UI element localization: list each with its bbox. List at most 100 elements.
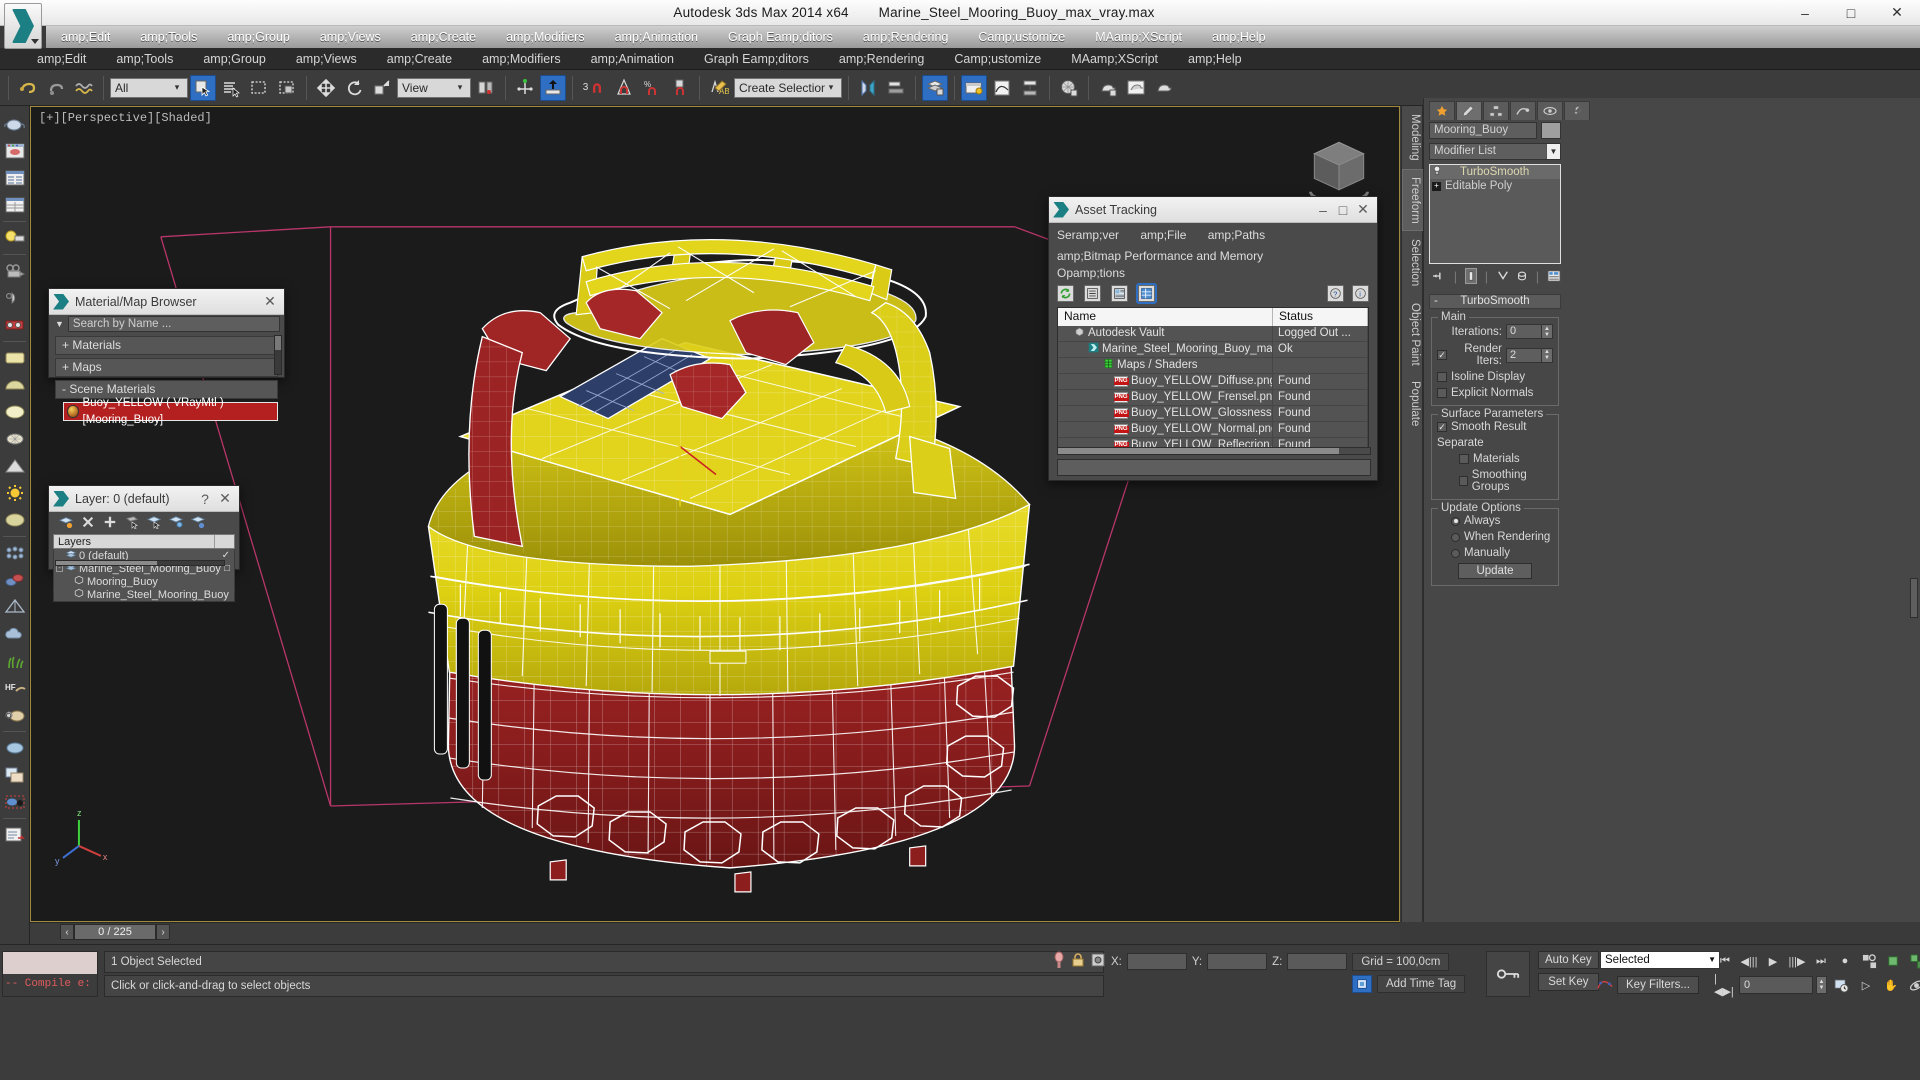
explicit-normals-row[interactable]: Explicit Normals (1437, 387, 1553, 399)
show-end-result-icon[interactable] (1465, 268, 1477, 284)
undo-icon[interactable] (15, 75, 41, 101)
menu2-item-5[interactable]: amp;Modifiers (467, 48, 576, 70)
render-iters-value[interactable]: 2 (1506, 348, 1542, 363)
view-cube[interactable] (1301, 129, 1377, 205)
menu-item-10[interactable]: MAamp;XScript (1080, 26, 1197, 48)
maximize-viewport-icon[interactable] (1906, 951, 1920, 971)
refresh-icon[interactable] (1057, 285, 1074, 302)
key-filter-mode-combo[interactable]: Selected ▼ (1600, 951, 1720, 969)
light-icon[interactable] (2, 225, 28, 251)
copy-object-icon[interactable] (2, 762, 28, 788)
table-row[interactable]: Marine_Steel_Mooring_Buoy_max_vray.max O… (1058, 342, 1368, 358)
update-option-manually[interactable]: Manually (1437, 547, 1553, 559)
menu2-item-4[interactable]: amp;Create (372, 48, 467, 70)
make-unique-icon[interactable] (1496, 268, 1510, 284)
render-setup-icon[interactable] (1095, 75, 1121, 101)
tab-create[interactable] (1429, 101, 1455, 120)
tab-utilities[interactable] (1564, 101, 1590, 120)
add-layer-icon[interactable] (103, 515, 117, 532)
close-button[interactable]: ✕ (1874, 0, 1920, 26)
minimize-icon[interactable]: – (1313, 202, 1333, 218)
camera-icon[interactable] (2, 258, 28, 284)
list-view-icon[interactable] (2, 165, 28, 191)
previous-frame-icon[interactable]: ◀||| (1738, 951, 1760, 971)
menu-item-4[interactable]: amp;Create (396, 26, 491, 48)
prev-frame-button[interactable]: ‹ (60, 924, 74, 940)
select-move-icon[interactable] (313, 75, 339, 101)
asset-tracking-dialog[interactable]: Asset Tracking – □ ✕ Seramp;ver amp;File… (1048, 196, 1378, 481)
grass-icon[interactable] (2, 648, 28, 674)
asset-menu-file[interactable]: amp;File (1140, 228, 1186, 242)
align-icon[interactable] (540, 75, 566, 101)
lock-selection-icon[interactable] (1071, 952, 1085, 971)
app-logo-button[interactable] (4, 3, 42, 49)
select-highlighted-icon[interactable] (147, 515, 161, 532)
select-by-name-icon[interactable] (218, 75, 244, 101)
key-step-icon[interactable]: |◀▶| (1714, 975, 1736, 995)
table-row[interactable]: Autodesk Vault Logged Out ... (1058, 326, 1368, 342)
sphere-primitive-icon[interactable] (2, 399, 28, 425)
list-view-icon[interactable] (1084, 285, 1101, 302)
iterations-spinner[interactable]: 0 ▲▼ (1506, 324, 1553, 339)
particle-array-icon[interactable] (2, 540, 28, 566)
dynamics-icon[interactable] (2, 567, 28, 593)
update-option-when-rendering[interactable]: When Rendering (1437, 531, 1553, 543)
table-row[interactable]: PNG Buoy_YELLOW_Frensel.png Found (1058, 390, 1368, 406)
named-selection-sets-icon[interactable]: ABC (706, 75, 732, 101)
select-link-icon[interactable] (71, 75, 97, 101)
material-browser-scrollbar[interactable] (274, 335, 282, 375)
smoothing-groups-row[interactable]: Smoothing Groups (1437, 469, 1553, 493)
vtab-populate[interactable]: Populate (1402, 373, 1424, 434)
asset-menu-server[interactable]: Seramp;ver (1057, 228, 1119, 242)
selection-set-combo[interactable]: Create Selection Se ▾ (734, 78, 842, 98)
vtab-selection[interactable]: Selection (1402, 231, 1424, 294)
isoline-checkbox[interactable] (1437, 372, 1447, 382)
hair-fur-icon[interactable]: HF (2, 675, 28, 701)
smooth-result-row[interactable]: ✓ Smooth Result (1437, 421, 1553, 433)
layer-manager-icon[interactable] (922, 75, 948, 101)
expand-collapse-icon[interactable]: - (56, 565, 63, 572)
asset-horizontal-scrollbar[interactable] (1057, 447, 1371, 455)
object-properties-icon[interactable] (2, 735, 28, 761)
modifier-stack[interactable]: TurboSmooth + Editable Poly (1429, 164, 1561, 264)
material-search-input[interactable]: Search by Name ... (68, 316, 280, 332)
time-configuration-icon[interactable] (1830, 975, 1852, 995)
align-objects-icon[interactable] (883, 75, 909, 101)
chevron-down-icon[interactable] (31, 39, 39, 44)
menu2-item-10[interactable]: MAamp;XScript (1056, 48, 1173, 70)
selection-filter-combo[interactable]: All ▾ (110, 78, 188, 98)
maximize-icon[interactable]: □ (1333, 202, 1353, 218)
window-crossing-icon[interactable] (274, 75, 300, 101)
group-maps[interactable]: + Maps (55, 358, 278, 377)
schematic-view-icon[interactable] (1017, 75, 1043, 101)
tab-motion[interactable] (1510, 101, 1536, 120)
layer-manager-dialog[interactable]: Layer: 0 (default) ? ✕ Layers 0 (default… (48, 485, 240, 570)
time-slider-bar[interactable]: ‹ 0 / 225 › (30, 922, 1400, 944)
menu-item-3[interactable]: amp;Views (305, 26, 396, 48)
menu2-item-6[interactable]: amp;Animation (576, 48, 689, 70)
pin-stack-icon[interactable] (1432, 268, 1446, 284)
radio-always[interactable] (1451, 517, 1460, 526)
select-object-icon[interactable] (190, 75, 216, 101)
layer-horizontal-scrollbar[interactable] (55, 560, 225, 566)
y-input[interactable] (1207, 953, 1267, 970)
thumbnail-view-icon[interactable] (1111, 285, 1128, 302)
table-view-icon[interactable] (1138, 285, 1155, 302)
select-region-icon[interactable] (2, 789, 28, 815)
auto-key-button[interactable]: Auto Key (1538, 951, 1599, 969)
zoom-icon[interactable]: ▷ (1855, 975, 1877, 995)
help-icon[interactable]: ? (195, 491, 215, 507)
mesh-teapot-icon[interactable] (2, 426, 28, 452)
skylight-icon[interactable] (2, 507, 28, 533)
column-header-name[interactable]: Name (1058, 308, 1273, 326)
menu2-item-9[interactable]: Camp;ustomize (939, 48, 1056, 70)
go-to-end-icon[interactable]: ⏭ (1810, 951, 1832, 971)
menu2-item-8[interactable]: amp;Rendering (824, 48, 939, 70)
table-row[interactable]: PNG Buoy_YELLOW_Diffuse.png Found (1058, 374, 1368, 390)
menu-item-2[interactable]: amp;Group (212, 26, 305, 48)
frame-spinner-icon[interactable]: ▲▼ (1816, 976, 1827, 994)
go-to-start-icon[interactable]: ⏮ (1714, 951, 1736, 971)
remove-modifier-icon[interactable] (1516, 268, 1528, 284)
play-animation-icon[interactable]: ▶ (1762, 951, 1784, 971)
layer-object-row[interactable]: Mooring_Buoy (54, 575, 234, 588)
